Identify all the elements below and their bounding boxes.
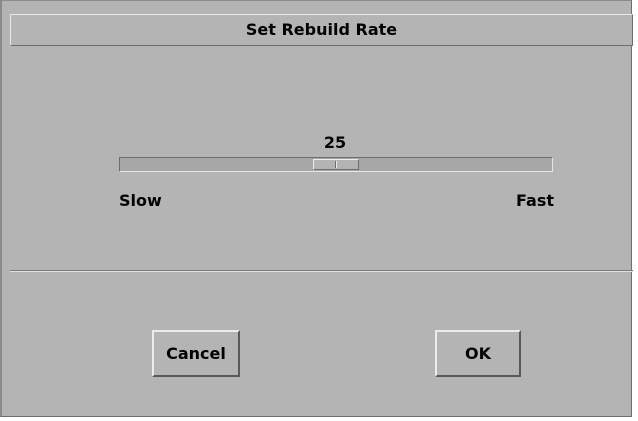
slider-thumb[interactable] <box>313 159 359 170</box>
slider-value-label: 25 <box>323 133 347 152</box>
thumb-grip-icon <box>335 161 337 168</box>
rebuild-rate-dialog: Set Rebuild Rate 25 Slow Fast Cancel OK <box>0 0 633 417</box>
cancel-button[interactable]: Cancel <box>152 330 240 377</box>
ok-button[interactable]: OK <box>435 330 521 377</box>
separator <box>10 270 633 272</box>
slider-max-label: Fast <box>516 191 554 210</box>
rebuild-rate-slider[interactable] <box>119 157 553 172</box>
slider-min-label: Slow <box>119 191 162 210</box>
dialog-title: Set Rebuild Rate <box>10 14 633 46</box>
